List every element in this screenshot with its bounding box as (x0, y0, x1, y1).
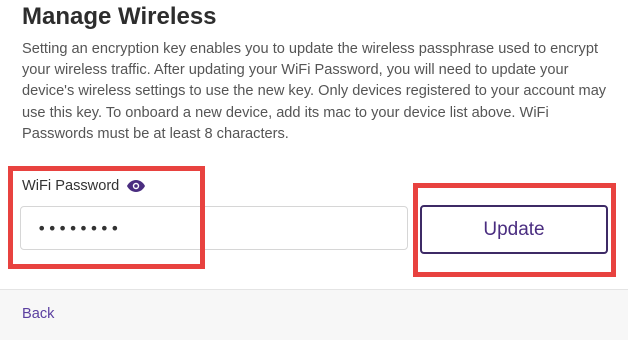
password-label: WiFi Password (22, 178, 120, 194)
card-footer: Back (0, 289, 628, 340)
password-label-row: WiFi Password (22, 176, 146, 196)
update-button[interactable]: Update (420, 205, 608, 254)
page-title: Manage Wireless (22, 3, 217, 30)
section-description: Setting an encryption key enables you to… (22, 41, 607, 142)
back-link[interactable]: Back (22, 306, 54, 322)
wifi-password-input[interactable] (20, 206, 408, 250)
eye-icon[interactable] (127, 177, 146, 195)
manage-wireless-card: Manage Wireless Setting an encryption ke… (0, 0, 628, 289)
